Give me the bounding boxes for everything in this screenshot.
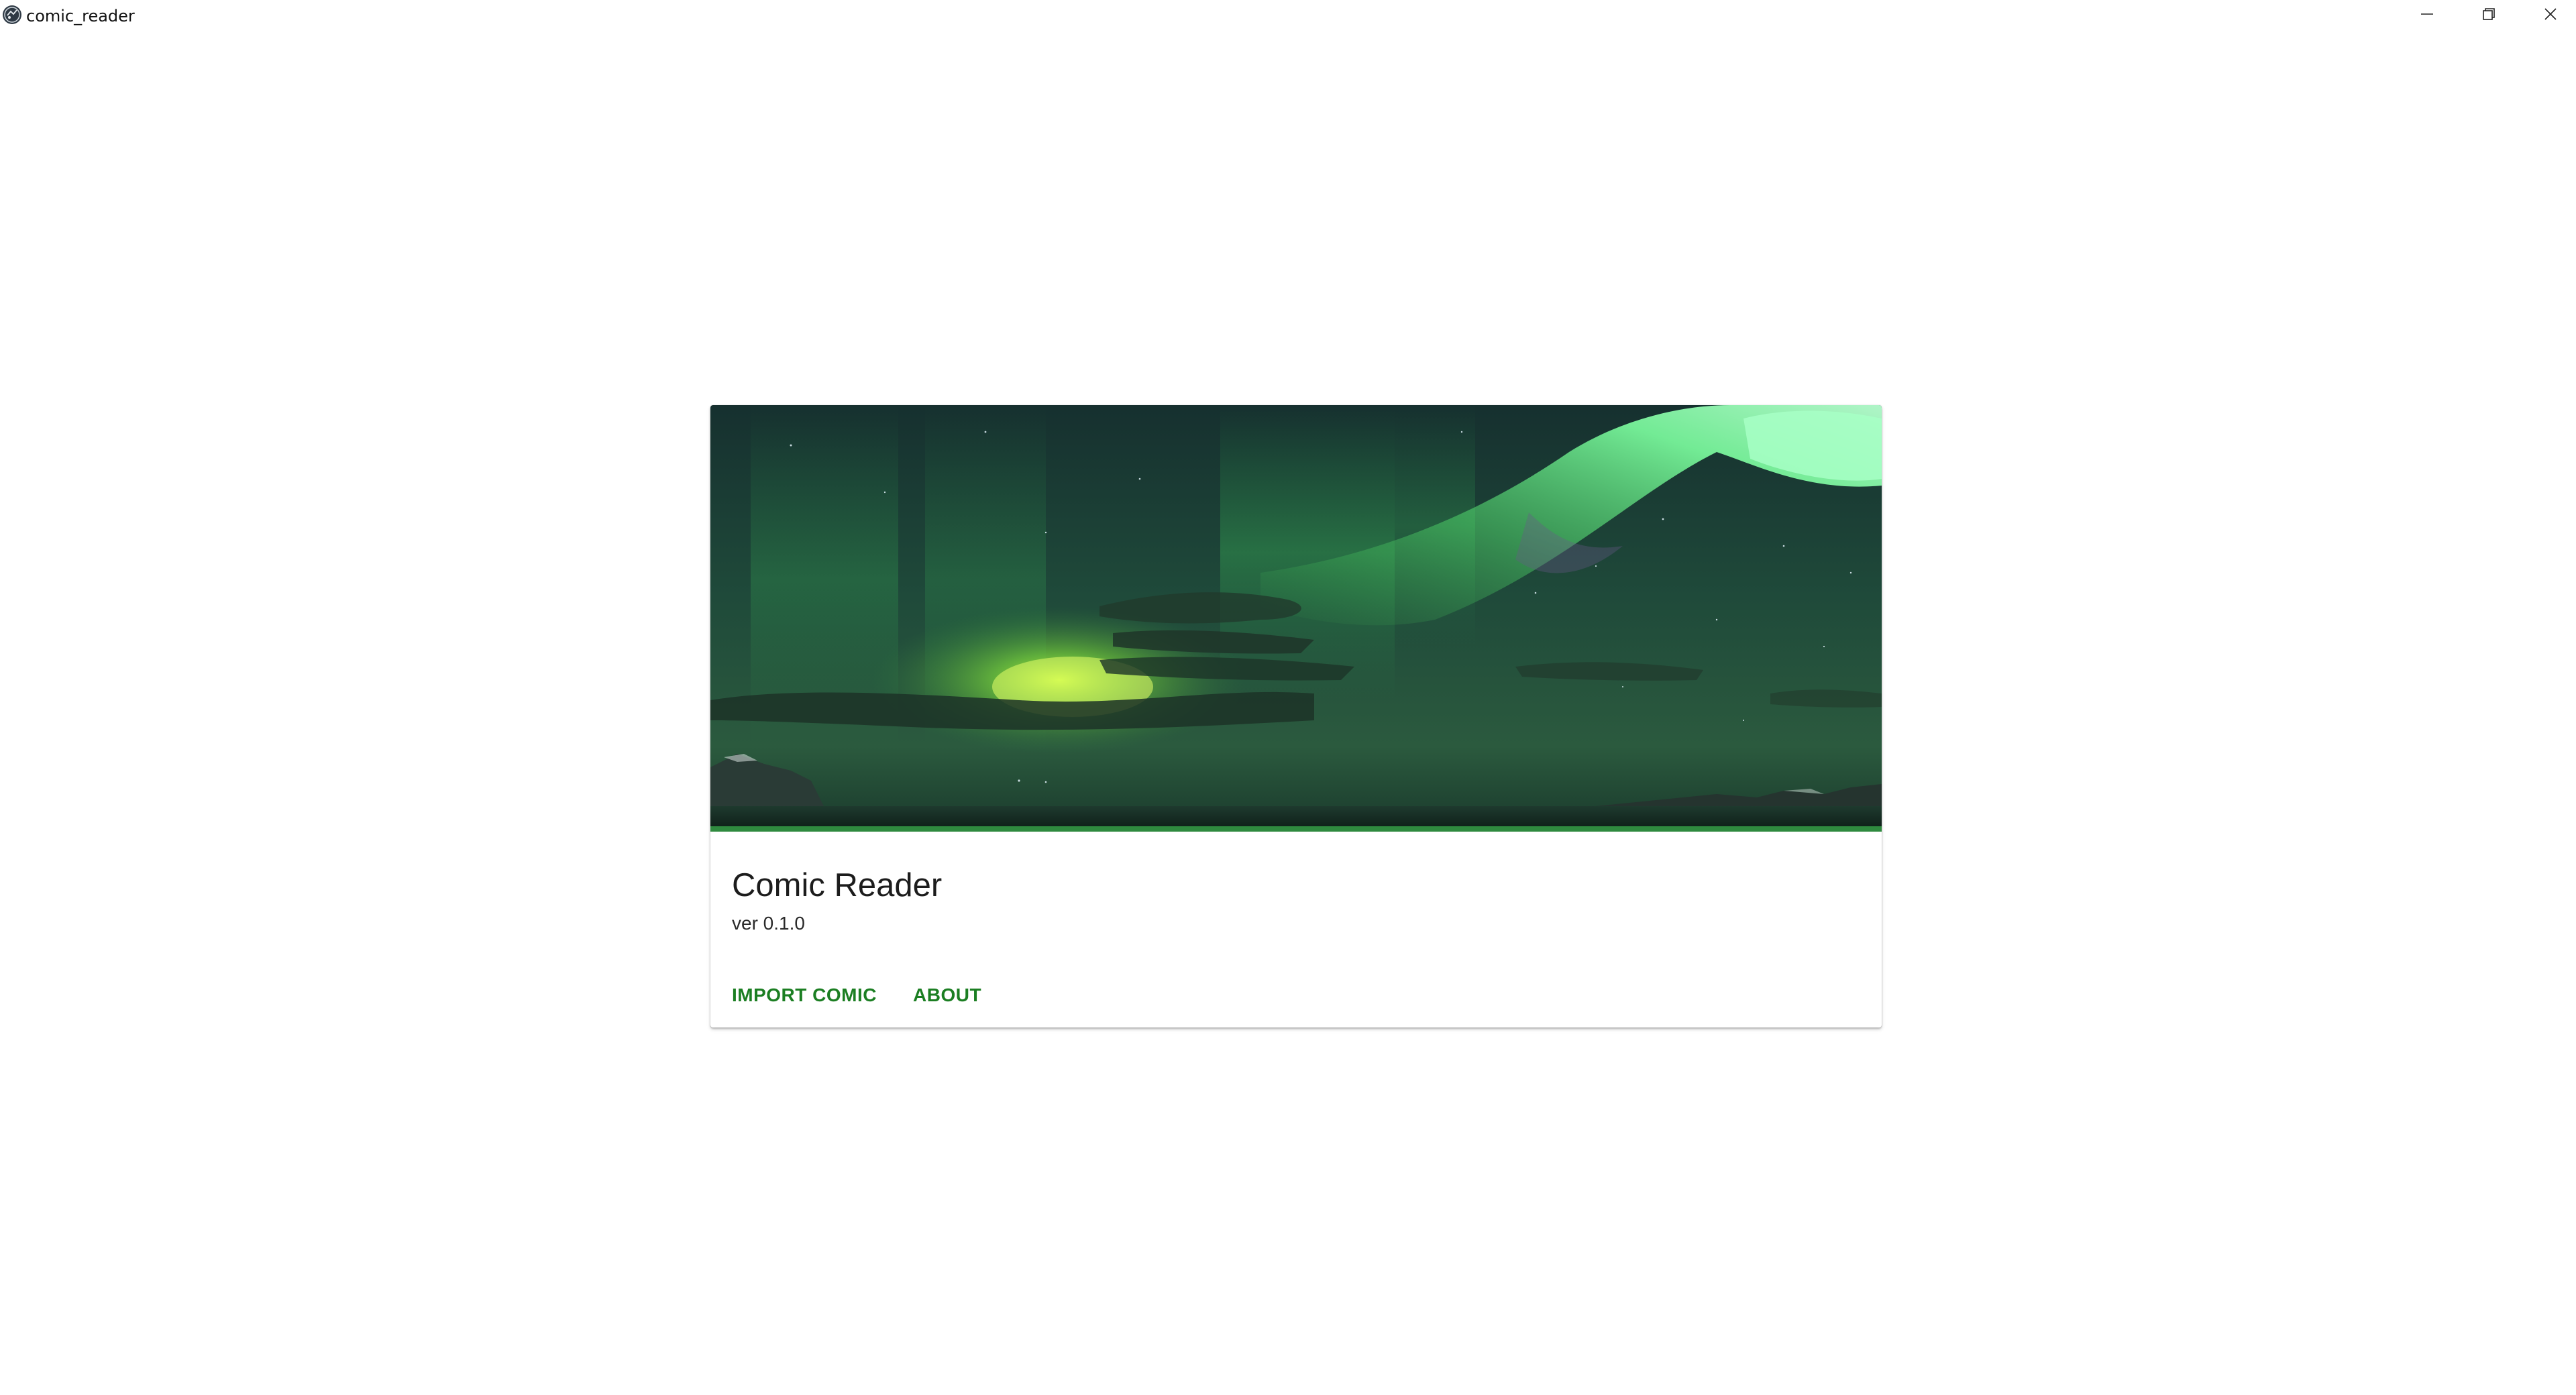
app-card: Comic Reader ver 0.1.0 IMPORT COMIC ABOU… — [710, 405, 1882, 1027]
about-button[interactable]: ABOUT — [902, 972, 992, 1018]
app-version: ver 0.1.0 — [732, 913, 805, 934]
minimize-icon — [2420, 7, 2434, 25]
card-actions: IMPORT COMIC ABOUT — [721, 966, 992, 1025]
import-comic-button[interactable]: IMPORT COMIC — [721, 972, 888, 1018]
window-title: comic_reader — [26, 7, 135, 25]
title-bar[interactable]: comic_reader — [0, 0, 2576, 31]
restore-icon — [2481, 7, 2496, 25]
close-button[interactable] — [2520, 0, 2576, 31]
aurora-hero-image — [710, 405, 1882, 832]
minimize-button[interactable] — [2396, 0, 2458, 31]
app-title: Comic Reader — [732, 867, 943, 903]
restore-button[interactable] — [2458, 0, 2520, 31]
app-logo-icon — [2, 5, 22, 25]
close-icon — [2543, 7, 2558, 25]
